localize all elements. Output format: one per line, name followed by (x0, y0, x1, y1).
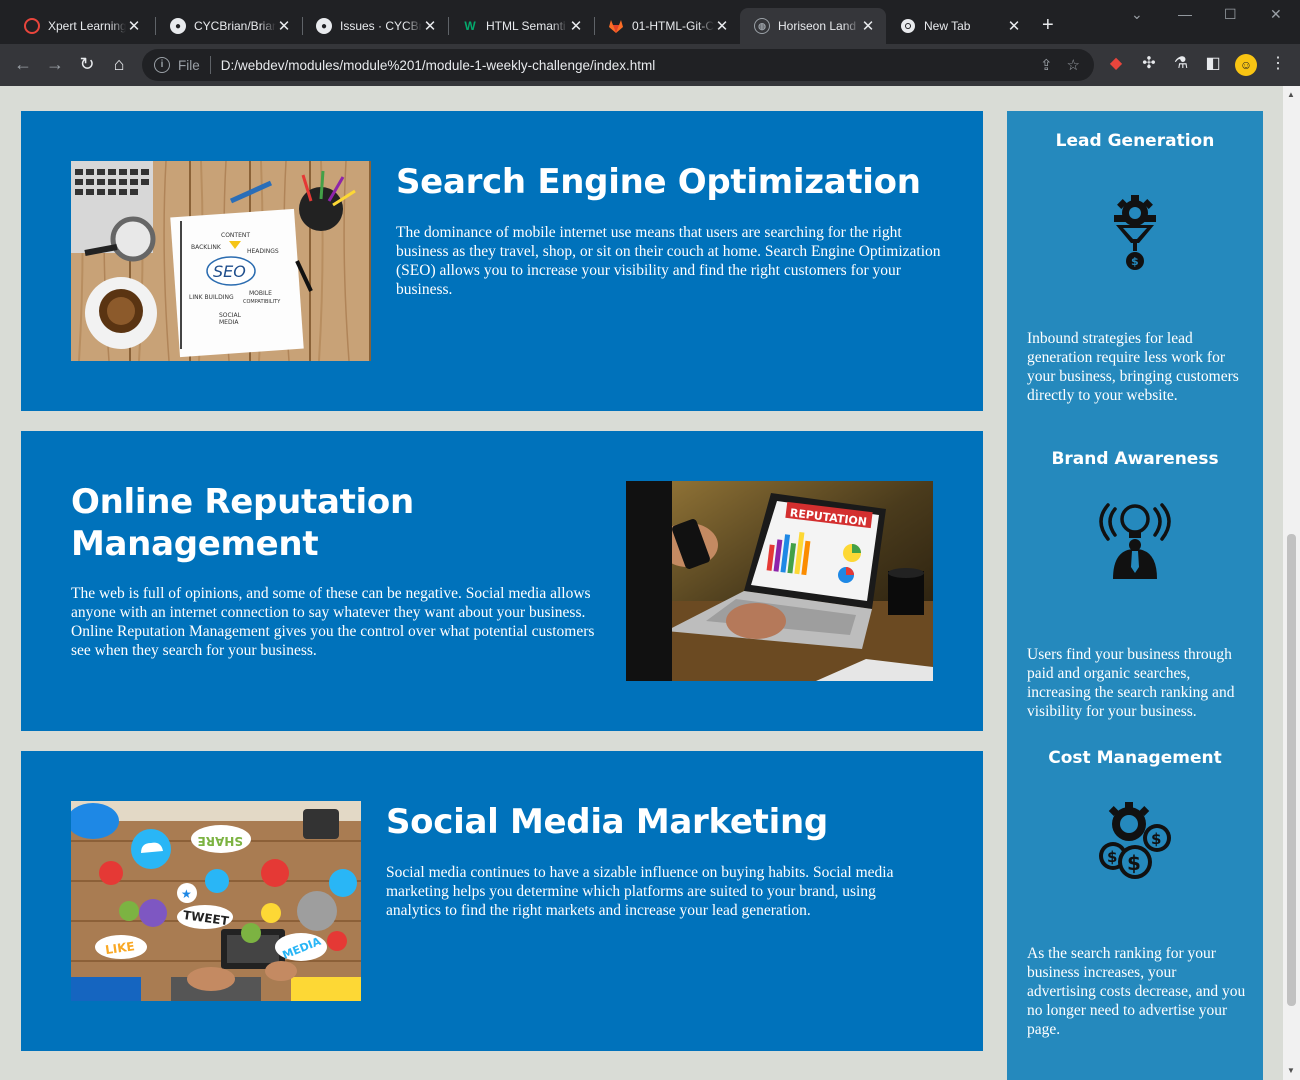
svg-text:LINK BUILDING: LINK BUILDING (189, 294, 234, 301)
side-panel-icon[interactable]: ◧ (1203, 55, 1223, 73)
svg-text:★: ★ (181, 887, 192, 901)
lead-generation-icon: $ (1114, 195, 1156, 270)
tab-title: 01-HTML-Git-C (632, 19, 714, 33)
benefit-description: Users find your business through paid an… (1027, 646, 1235, 720)
brand-awareness-icon (1099, 503, 1171, 579)
back-button[interactable]: ← (12, 54, 34, 74)
seo-image: CONTENT BACKLINK HEADINGS SEO LINK BUILD… (71, 161, 371, 361)
benefit-title: Lead Generation (1055, 131, 1215, 151)
benefit-title: Cost Management (1048, 748, 1222, 768)
close-icon[interactable]: ✕ (126, 17, 142, 35)
svg-text:BACKLINK: BACKLINK (191, 244, 222, 251)
xpert-icon (24, 18, 40, 34)
page-scrollbar[interactable]: ▲ ▼ (1283, 86, 1300, 1080)
close-icon[interactable]: ✕ (276, 17, 292, 35)
service-card-reputation: Online Reputation Management The web is … (21, 431, 983, 731)
service-title: Search Engine Optimization (396, 162, 921, 202)
benefit-brand-awareness: Brand Awareness Users find your business… (1007, 449, 1263, 720)
labs-flask-icon[interactable]: ⚗ (1171, 55, 1191, 73)
svg-text:SEO: SEO (213, 262, 246, 281)
new-tab-button[interactable]: + (1042, 15, 1054, 35)
svg-text:CONTENT: CONTENT (221, 232, 250, 239)
tab-title: New Tab (924, 19, 971, 33)
cost-management-icon: $ $ $ (1099, 802, 1171, 879)
tab-html-semantic[interactable]: W HTML Semanti ✕ (448, 8, 594, 44)
github-icon: ● (170, 18, 186, 34)
benefits-sidebar: Lead Generation $ Inbound strategies for… (1007, 111, 1263, 1080)
social-media-image: SHARE ★ TWEET LIKE MEDIA (71, 801, 361, 1001)
forward-button[interactable]: → (44, 54, 66, 74)
share-icon[interactable]: ⇪ (1040, 56, 1053, 74)
svg-text:$: $ (1127, 851, 1141, 875)
close-icon[interactable]: ✕ (860, 17, 876, 35)
tab-github-repo[interactable]: ● CYCBrian/Brian ✕ (156, 8, 302, 44)
reload-button[interactable]: ↻ (76, 54, 98, 74)
benefit-cost-management: Cost Management $ $ $ As the search rank… (1007, 748, 1263, 1038)
address-url[interactable]: D:/webdev/modules/module%201/module-1-we… (221, 58, 1040, 73)
svg-text:MOBILE: MOBILE (249, 290, 272, 297)
profile-avatar[interactable]: ☺ (1235, 54, 1257, 76)
service-description: The web is full of opinions, and some of… (71, 585, 595, 659)
menu-icon[interactable]: ⋮ (1268, 55, 1288, 73)
service-title: Social Media Marketing (386, 802, 828, 842)
maximize-button[interactable]: ☐ (1224, 6, 1237, 23)
extensions-puzzle-icon[interactable]: ✣ (1139, 55, 1159, 73)
service-title: Online Reputation Management (71, 481, 571, 565)
svg-text:SHARE: SHARE (198, 834, 243, 848)
scroll-down-arrow-icon[interactable]: ▼ (1287, 1066, 1295, 1075)
bookmark-star-icon[interactable]: ☆ (1067, 56, 1080, 74)
svg-text:MEDIA: MEDIA (219, 319, 239, 326)
tab-new-tab[interactable]: New Tab ✕ (886, 8, 1032, 44)
close-icon[interactable]: ✕ (422, 17, 438, 35)
tab-gitlab[interactable]: 01-HTML-Git-C ✕ (594, 8, 740, 44)
info-icon[interactable]: i (154, 57, 170, 73)
svg-text:SOCIAL: SOCIAL (219, 312, 242, 319)
address-bar[interactable]: i File D:/webdev/modules/module%201/modu… (142, 49, 1094, 81)
chrome-icon (900, 18, 916, 34)
reputation-image: REPUTATION (626, 481, 933, 681)
benefit-lead-generation: Lead Generation $ Inbound strategies for… (1007, 131, 1263, 404)
tab-github-issues[interactable]: ● Issues · CYCBri ✕ (302, 8, 448, 44)
page-viewport: CONTENT BACKLINK HEADINGS SEO LINK BUILD… (0, 86, 1283, 1080)
close-icon[interactable]: ✕ (568, 17, 584, 35)
service-description: Social media continues to have a sizable… (386, 864, 894, 919)
gitlab-icon (608, 18, 624, 34)
tab-horiseon-landing[interactable]: ◍ Horiseon Land ✕ (740, 8, 886, 44)
w3-icon: W (464, 19, 476, 33)
svg-text:HEADINGS: HEADINGS (247, 248, 279, 255)
svg-text:$: $ (1107, 848, 1117, 866)
close-window-button[interactable]: ✕ (1270, 6, 1282, 23)
service-description: The dominance of mobile internet use mea… (396, 224, 941, 298)
scrollbar-thumb[interactable] (1287, 534, 1296, 1006)
address-scheme: File (178, 57, 200, 73)
tab-strip: Xpert Learning ✕ ● CYCBrian/Brian ✕ ● Is… (0, 0, 1300, 44)
benefit-description: Inbound strategies for lead generation r… (1027, 330, 1239, 404)
close-icon[interactable]: ✕ (714, 17, 730, 35)
service-card-seo: CONTENT BACKLINK HEADINGS SEO LINK BUILD… (21, 111, 983, 411)
tab-search-icon[interactable]: ⌄ (1131, 6, 1143, 23)
scroll-up-arrow-icon[interactable]: ▲ (1287, 90, 1295, 99)
service-title-line-1: Online Reputation (71, 482, 414, 522)
browser-toolbar: ← → ↻ ⌂ i File D:/webdev/modules/module%… (0, 44, 1300, 86)
extension-icon[interactable]: ◆ (1106, 55, 1126, 73)
svg-text:COMPATIBILITY: COMPATIBILITY (243, 299, 281, 305)
close-icon[interactable]: ✕ (1006, 17, 1022, 35)
svg-text:$: $ (1151, 830, 1161, 848)
tab-title: HTML Semanti (486, 19, 566, 33)
tab-title: Xpert Learning (48, 19, 126, 33)
benefit-description: As the search ranking for your business … (1027, 945, 1246, 1038)
home-button[interactable]: ⌂ (108, 54, 130, 74)
benefit-title: Brand Awareness (1051, 449, 1219, 469)
service-title-line-2: Management (71, 524, 319, 564)
globe-icon: ◍ (754, 18, 770, 34)
service-card-social-media: SHARE ★ TWEET LIKE MEDIA Social Media Ma… (21, 751, 983, 1051)
tab-title: CYCBrian/Brian (194, 19, 276, 33)
svg-text:$: $ (1131, 255, 1139, 268)
minimize-button[interactable]: — (1178, 6, 1192, 22)
tab-title: Horiseon Land (778, 19, 857, 33)
tab-xpert-learning[interactable]: Xpert Learning ✕ (10, 8, 152, 44)
github-icon: ● (316, 18, 332, 34)
tab-title: Issues · CYCBri (340, 19, 422, 33)
